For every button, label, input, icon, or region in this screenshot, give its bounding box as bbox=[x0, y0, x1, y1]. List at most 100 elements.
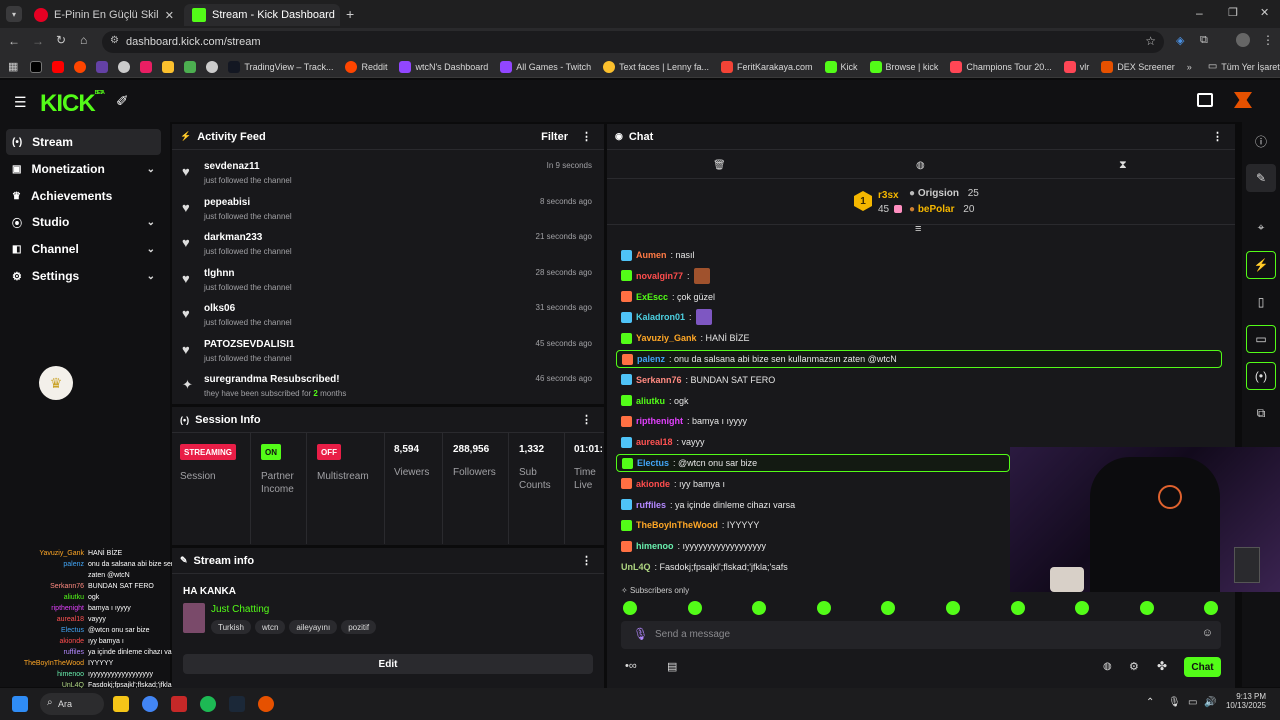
chat-bubble-icon[interactable]: ◍ bbox=[1103, 661, 1112, 672]
leaderboard-third[interactable]: ● bePolar 20 bbox=[909, 204, 974, 215]
g-icon[interactable] bbox=[162, 60, 175, 73]
address-bar[interactable]: ⚙ dashboard.kick.com/stream ☆ bbox=[102, 31, 1164, 53]
chat-icon[interactable]: ◍ bbox=[916, 160, 925, 171]
bookmark-item[interactable]: Reddit bbox=[345, 60, 387, 73]
x-icon[interactable] bbox=[30, 60, 43, 73]
sidebar-item-channel[interactable]: ◧ Channel ⌄ bbox=[6, 236, 161, 262]
frog-icon[interactable] bbox=[184, 60, 197, 73]
bookmark-item[interactable]: Text faces | Lenny fa... bbox=[603, 60, 709, 73]
store-icon[interactable]: ▤ bbox=[667, 660, 677, 673]
sidebar-item-achievements[interactable]: ♛ Achievements bbox=[6, 183, 161, 209]
tag[interactable]: pozitif bbox=[341, 620, 377, 634]
bookmark-item[interactable]: TradingView – Track... bbox=[228, 60, 333, 73]
chat-username[interactable]: aureal18 bbox=[636, 437, 673, 447]
chat-message[interactable]: ripthenight: bamya ı ıyyyy bbox=[616, 412, 1222, 430]
chat-username[interactable]: ripthenight bbox=[636, 416, 683, 426]
y-icon[interactable] bbox=[140, 60, 153, 73]
chat-username[interactable]: Serkann76 bbox=[636, 375, 682, 385]
menu-kebab-icon[interactable]: ⋮ bbox=[1262, 33, 1274, 47]
forward-icon[interactable]: → bbox=[32, 34, 44, 48]
leaderboard-second[interactable]: ● Origsion 25 bbox=[909, 188, 979, 199]
mic-icon[interactable]: 🎙 bbox=[1168, 697, 1181, 708]
emote-icon[interactable] bbox=[1010, 601, 1025, 615]
sidebar-item-settings[interactable]: ⚙ Settings ⌄ bbox=[6, 263, 161, 289]
trash-icon[interactable]: 🗑 bbox=[713, 160, 726, 171]
bookmark-item[interactable]: FeritKarakaya.com bbox=[720, 60, 813, 73]
close-icon[interactable]: ✕ bbox=[165, 9, 174, 22]
channel-emblem-avatar[interactable]: ♛ bbox=[39, 366, 73, 400]
emote-icon[interactable] bbox=[623, 601, 637, 615]
filter-button[interactable]: Filter bbox=[541, 131, 568, 143]
activity-item[interactable]: ♥ sevdenaz11 just followed the channel In 9… bbox=[172, 156, 602, 192]
chat-message[interactable]: palenz: onu da salsana abi bize sen kull… bbox=[616, 350, 1222, 368]
bookmark-item[interactable]: Browse | kick bbox=[869, 60, 938, 73]
chat-message[interactable]: Kaladron01: bbox=[616, 308, 1222, 326]
chat-input[interactable]: 🎙 Send a message ☺ bbox=[621, 621, 1221, 649]
chat-username[interactable]: akionde bbox=[636, 479, 670, 489]
document-icon[interactable]: ▯ bbox=[1246, 288, 1276, 316]
activity-item[interactable]: ♥ pepeabisi just followed the channel 8 sec… bbox=[172, 192, 602, 228]
reload-icon[interactable]: ↻ bbox=[56, 33, 66, 47]
activity-username[interactable]: pepeabisi bbox=[204, 197, 250, 208]
clock[interactable]: 9:13 PM 10/13/2025 bbox=[1222, 692, 1266, 710]
chevron-up-icon[interactable]: ⌃ bbox=[1146, 697, 1154, 708]
chat-message[interactable]: Aumen: nasıl bbox=[616, 246, 1222, 264]
menu-kebab-icon[interactable]: ⋮ bbox=[581, 413, 592, 426]
twitch-icon[interactable] bbox=[96, 60, 109, 73]
maximize-icon[interactable]: ❐ bbox=[1228, 6, 1238, 19]
chat-username[interactable]: aliutku bbox=[636, 396, 665, 406]
menu-kebab-icon[interactable]: ⋮ bbox=[581, 554, 592, 567]
hamburger-menu-icon[interactable]: ☰ bbox=[14, 94, 27, 111]
minimize-icon[interactable]: – bbox=[1196, 6, 1203, 20]
globe-icon[interactable] bbox=[206, 60, 219, 73]
hourglass-icon[interactable]: ⧗ bbox=[1119, 159, 1127, 172]
bolt-icon[interactable]: ⚡ bbox=[1246, 251, 1276, 279]
chat-message[interactable]: Yavuziy_Gank: HANİ BİZE bbox=[616, 329, 1222, 347]
activity-username[interactable]: sevdenaz11 bbox=[204, 161, 260, 172]
home-icon[interactable]: ⌂ bbox=[80, 33, 87, 47]
gear-icon[interactable]: ⚙ bbox=[1129, 660, 1139, 673]
points-icon[interactable]: •∞ bbox=[625, 660, 637, 672]
window-close-icon[interactable]: ✕ bbox=[1260, 6, 1269, 19]
partner-income-toggle[interactable]: ON bbox=[261, 444, 281, 460]
steam-icon[interactable] bbox=[229, 696, 245, 712]
activity-username[interactable]: olks06 bbox=[204, 303, 235, 314]
bookmark-item[interactable]: wtcN's Dashboard bbox=[399, 60, 488, 73]
chat-username[interactable]: UnL4Q bbox=[621, 562, 651, 572]
chat-username[interactable]: Aumen bbox=[636, 250, 667, 260]
leaderboard-first-name[interactable]: r3sx bbox=[878, 190, 899, 201]
activity-item[interactable]: ♥ PATOZSEVDALISI1 just followed the channe… bbox=[172, 334, 602, 370]
activity-item[interactable]: ♥ tlghnn just followed the channel 28 secon… bbox=[172, 263, 602, 299]
activity-username[interactable]: tlghnn bbox=[204, 268, 235, 279]
app-icon[interactable] bbox=[171, 696, 187, 712]
chat-message[interactable]: Electus: @wtcn onu sar bize bbox=[616, 454, 1010, 472]
globe-icon[interactable] bbox=[118, 60, 131, 73]
tab-pinterest[interactable]: E-Pinin En Güçlü Skilli - Pindinin ✕ bbox=[26, 4, 182, 26]
bookmark-item[interactable]: Kick bbox=[824, 60, 858, 73]
tag[interactable]: aileyayını bbox=[289, 620, 338, 634]
menu-kebab-icon[interactable]: ⋮ bbox=[581, 130, 592, 143]
pencil-icon[interactable]: ✎ bbox=[1246, 164, 1276, 192]
extension-icon[interactable]: ◈ bbox=[1176, 34, 1184, 47]
chat-message[interactable]: aliutku: ogk bbox=[616, 392, 1222, 410]
chat-username[interactable]: ruffiles bbox=[636, 500, 666, 510]
chat-username[interactable]: ExEscc bbox=[636, 292, 668, 302]
app-icon[interactable] bbox=[258, 696, 274, 712]
chat-username[interactable]: Electus bbox=[637, 458, 669, 468]
activity-username[interactable]: darkman233 bbox=[204, 232, 262, 243]
chat-message[interactable]: Serkann76: BUNDAN SAT FERO bbox=[616, 371, 1222, 389]
chat-username[interactable]: novalgin77 bbox=[636, 271, 683, 281]
send-chat-button[interactable]: Chat bbox=[1184, 657, 1221, 677]
bookmark-item[interactable]: All Games - Twitch bbox=[500, 60, 591, 73]
pinned-collapse-icon[interactable]: ≡ bbox=[915, 223, 921, 235]
activity-username[interactable]: suregrandma Resubscribed! bbox=[204, 374, 340, 385]
bookmark-item[interactable]: Champions Tour 20... bbox=[950, 60, 1052, 73]
chat-username[interactable]: palenz bbox=[637, 354, 665, 364]
broadcast-icon[interactable]: (•) bbox=[1246, 362, 1276, 390]
kick-logo[interactable]: KICKBETA bbox=[40, 90, 105, 118]
new-tab-icon[interactable]: + bbox=[346, 6, 354, 22]
back-icon[interactable]: ← bbox=[8, 34, 20, 48]
emoji-icon[interactable]: ☺ bbox=[1202, 627, 1213, 639]
activity-username[interactable]: PATOZSEVDALISI1 bbox=[204, 339, 295, 350]
chat-username[interactable]: Kaladron01 bbox=[636, 312, 685, 322]
